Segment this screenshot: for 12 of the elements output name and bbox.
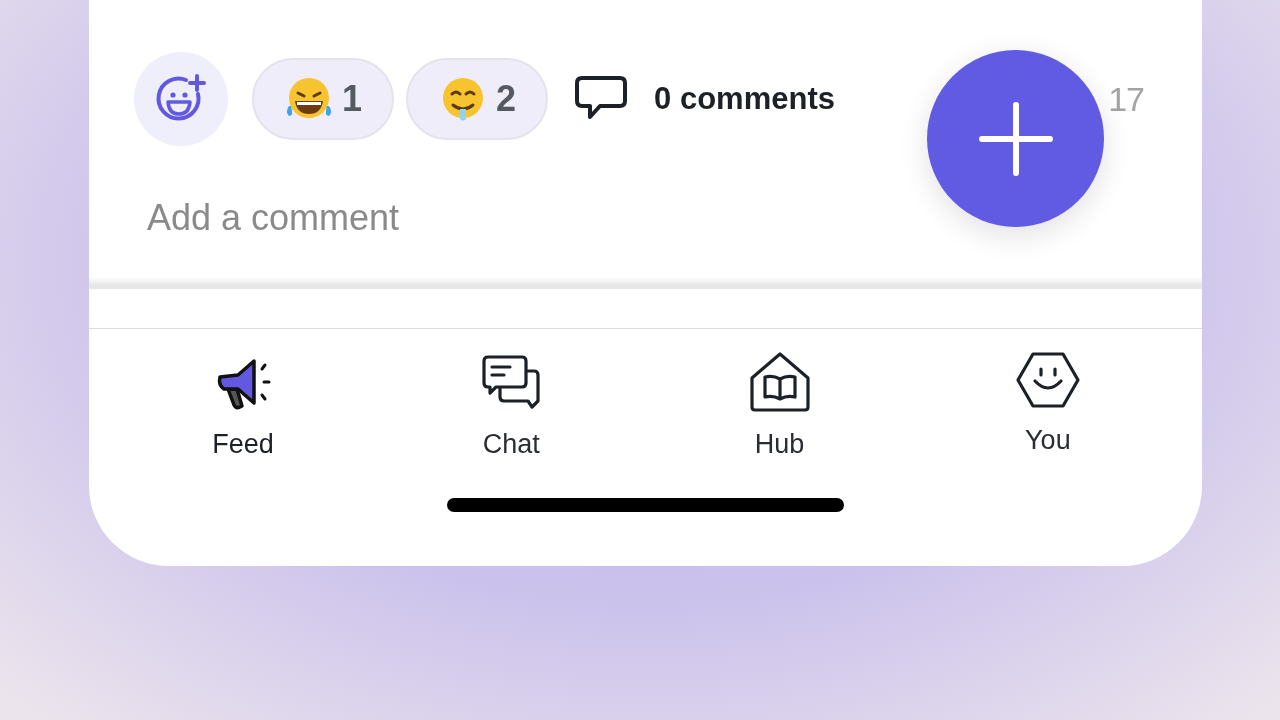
reaction-chip[interactable]: 2 <box>406 58 549 140</box>
comment-count: 0 comments <box>654 81 835 117</box>
timestamp: 17 <box>1108 79 1144 119</box>
nav-tab[interactable]: Chat <box>431 351 592 460</box>
plus-icon <box>977 100 1054 177</box>
reaction-chip[interactable]: 1 <box>252 58 395 140</box>
comment-field[interactable]: Add a comment <box>147 188 747 248</box>
nav-tab[interactable]: Hub <box>699 351 860 460</box>
house-book-icon <box>748 351 811 413</box>
hexagon-smiley-icon <box>1014 351 1081 409</box>
nav-tab[interactable]: You <box>967 351 1128 460</box>
nav-tab[interactable]: Feed <box>163 351 324 460</box>
